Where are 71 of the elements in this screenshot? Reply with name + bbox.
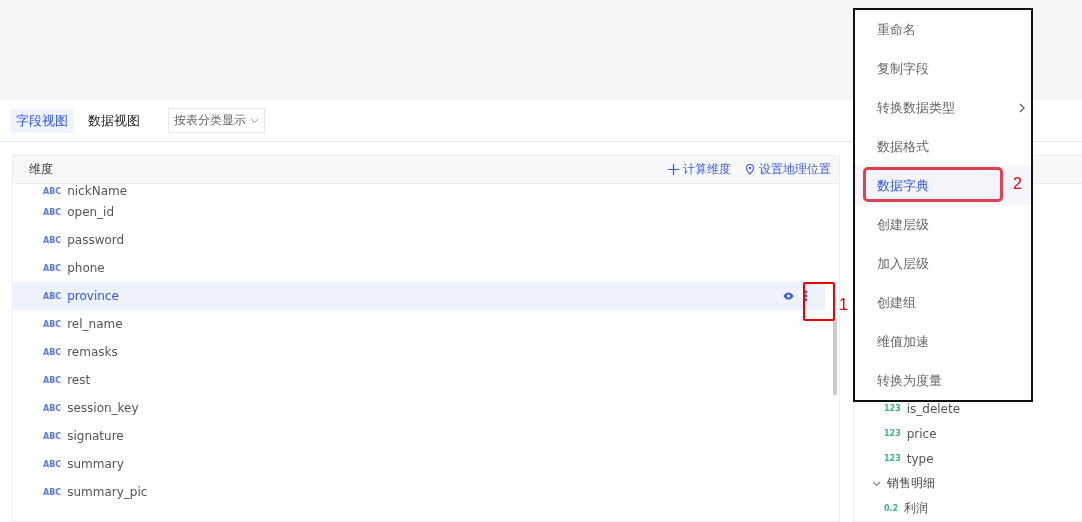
group-select[interactable]: 按表分类显示	[168, 108, 265, 133]
field-row[interactable]: ABC session_key	[13, 394, 825, 422]
field-name: password	[67, 233, 125, 247]
scrollbar-thumb[interactable]	[833, 320, 837, 395]
type-label: ABC	[43, 207, 62, 217]
field-row[interactable]: ABC password	[13, 226, 825, 254]
field-row[interactable]: ABC nickName	[13, 184, 825, 198]
type-label: ABC	[43, 375, 62, 385]
header-action[interactable]: 设置地理位置	[745, 161, 831, 178]
field-row[interactable]: ABC summary	[13, 450, 825, 478]
type-label: ABC	[43, 403, 62, 413]
menu-item[interactable]: 转换为度量	[855, 361, 1031, 400]
step-number: 2	[1013, 175, 1022, 193]
type-label: ABC	[43, 263, 62, 273]
field-name: type	[906, 451, 934, 466]
field-name: open_id	[67, 205, 115, 219]
field-name: rel_name	[67, 317, 123, 331]
type-label: ABC	[43, 459, 62, 469]
more-icon[interactable]	[804, 290, 808, 302]
field-name: nickName	[67, 184, 128, 198]
field-name: province	[67, 289, 119, 303]
menu-item[interactable]: 复制字段	[855, 49, 1031, 88]
type-label: ABC	[43, 431, 62, 441]
menu-item[interactable]: 维值加速	[855, 322, 1031, 361]
field-name: 利润	[904, 500, 929, 517]
chevron-down-icon	[250, 117, 259, 124]
type-label: ABC	[43, 186, 62, 196]
field-name: session_key	[67, 401, 139, 415]
type-label: 123	[884, 404, 901, 413]
header-action[interactable]: 计算维度	[668, 161, 731, 178]
field-name: remasks	[67, 345, 118, 359]
menu-item[interactable]: 数据格式	[855, 127, 1031, 166]
field-row[interactable]: ABC province	[13, 282, 825, 310]
plus-icon	[668, 164, 679, 175]
field-name: rest	[67, 373, 91, 387]
field-name: summary	[67, 457, 124, 471]
view-tab[interactable]: 数据视图	[82, 108, 146, 133]
panel-title: 维度	[29, 161, 53, 178]
field-row[interactable]: ABC phone	[13, 254, 825, 282]
field-row[interactable]: ABC signature	[13, 422, 825, 450]
type-label: ABC	[43, 235, 62, 245]
menu-item[interactable]: 创建层级	[855, 205, 1031, 244]
menu-item[interactable]: 创建组	[855, 283, 1031, 322]
type-label: ABC	[43, 319, 62, 329]
type-label: 123	[884, 454, 901, 463]
type-label: ABC	[43, 487, 62, 497]
field-name: summary_pic	[67, 485, 148, 499]
highlight-frame	[803, 282, 835, 321]
menu-item[interactable]: 转换数据类型	[855, 88, 1031, 127]
field-row[interactable]: ABC rel_name	[13, 310, 825, 338]
menu-item[interactable]: 重命名	[855, 10, 1031, 49]
view-tab[interactable]: 字段视图	[10, 108, 74, 133]
field-name: signature	[67, 429, 124, 443]
field-name: price	[906, 426, 937, 441]
step-number: 1	[839, 296, 848, 314]
field-name: is_delete	[906, 401, 961, 416]
type-label: 0.2	[884, 504, 899, 513]
field-row[interactable]: ABC summary_pic	[13, 478, 825, 506]
field-row[interactable]: ABC open_id	[13, 198, 825, 226]
location-pin-icon	[745, 164, 755, 175]
menu-item[interactable]: 加入层级	[855, 244, 1031, 283]
type-label: 123	[884, 429, 901, 438]
chevron-down-icon[interactable]	[872, 480, 881, 487]
group-name: 销售明细	[887, 475, 935, 492]
type-label: ABC	[43, 347, 62, 357]
eye-icon[interactable]	[783, 292, 794, 300]
type-label: ABC	[43, 291, 62, 301]
field-row[interactable]: ABC remasks	[13, 338, 825, 366]
field-row[interactable]: ABC rest	[13, 366, 825, 394]
chevron-right-icon	[1019, 102, 1025, 113]
field-name: phone	[67, 261, 105, 275]
